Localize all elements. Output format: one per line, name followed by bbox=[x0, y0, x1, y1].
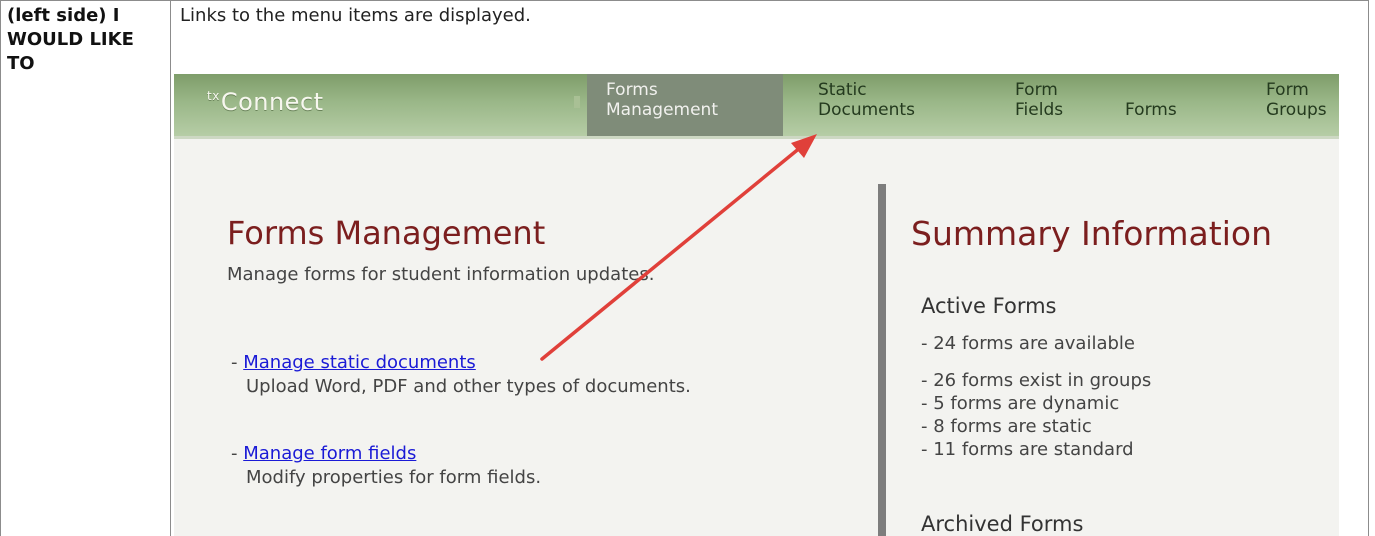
archived-forms-heading: Archived Forms bbox=[921, 512, 1084, 536]
page-title: Forms Management bbox=[227, 214, 546, 252]
manage-form-fields-link[interactable]: Manage form fields bbox=[243, 443, 416, 464]
nav-label-line2: Management bbox=[606, 100, 718, 120]
left-column: (left side) I WOULD LIKE TO bbox=[1, 1, 171, 536]
manage-static-documents-link[interactable]: Manage static documents bbox=[243, 352, 476, 373]
intro-text: Links to the menu items are displayed. bbox=[180, 5, 531, 26]
active-forms-heading: Active Forms bbox=[921, 294, 1057, 318]
summary-title: Summary Information bbox=[911, 214, 1272, 253]
stat-line: - 11 forms are standard bbox=[921, 439, 1134, 460]
nav-label-line2: Documents bbox=[818, 100, 915, 120]
vertical-divider bbox=[878, 184, 886, 536]
nav-forms-management[interactable]: Forms Management bbox=[587, 74, 783, 136]
txconnect-logo: txConnect bbox=[207, 88, 324, 116]
document-table: (left side) I WOULD LIKE TO Links to the… bbox=[0, 0, 1369, 536]
menu-link-row: - Manage static documents bbox=[231, 352, 476, 373]
menu-link-row: - Manage form fields bbox=[231, 443, 416, 464]
nav-label-line1: Form bbox=[1015, 80, 1058, 100]
top-navbar: txConnect Forms Management Static Docume… bbox=[174, 74, 1339, 139]
link-description: Upload Word, PDF and other types of docu… bbox=[246, 376, 691, 397]
nav-label-line2: Forms bbox=[1125, 100, 1177, 120]
stat-line: - 8 forms are static bbox=[921, 416, 1092, 437]
link-prefix: - bbox=[231, 443, 244, 464]
left-side-label: (left side) I WOULD LIKE TO bbox=[7, 5, 134, 74]
navbar-separator bbox=[574, 96, 580, 108]
stat-line: - 26 forms exist in groups bbox=[921, 370, 1152, 391]
nav-static-documents[interactable]: Static Documents bbox=[818, 74, 958, 136]
nav-form-groups[interactable]: Form Groups bbox=[1266, 74, 1336, 136]
nav-label-line1: Form bbox=[1266, 80, 1309, 100]
nav-label-line2: Groups bbox=[1266, 100, 1327, 120]
stat-line: - 24 forms are available bbox=[921, 333, 1135, 354]
nav-label-line1: Static bbox=[818, 80, 867, 100]
link-description: Modify properties for form fields. bbox=[246, 467, 542, 488]
txconnect-screenshot: txConnect Forms Management Static Docume… bbox=[174, 74, 1339, 536]
nav-forms[interactable]: Forms bbox=[1125, 74, 1195, 136]
nav-label-line1: Forms bbox=[606, 80, 658, 100]
nav-form-fields[interactable]: Form Fields bbox=[1015, 74, 1095, 136]
page-subtitle: Manage forms for student information upd… bbox=[227, 264, 655, 285]
nav-label-line2: Fields bbox=[1015, 100, 1064, 120]
link-prefix: - bbox=[231, 352, 244, 373]
nav-label-line1 bbox=[1125, 80, 1195, 100]
stat-line: - 5 forms are dynamic bbox=[921, 393, 1120, 414]
